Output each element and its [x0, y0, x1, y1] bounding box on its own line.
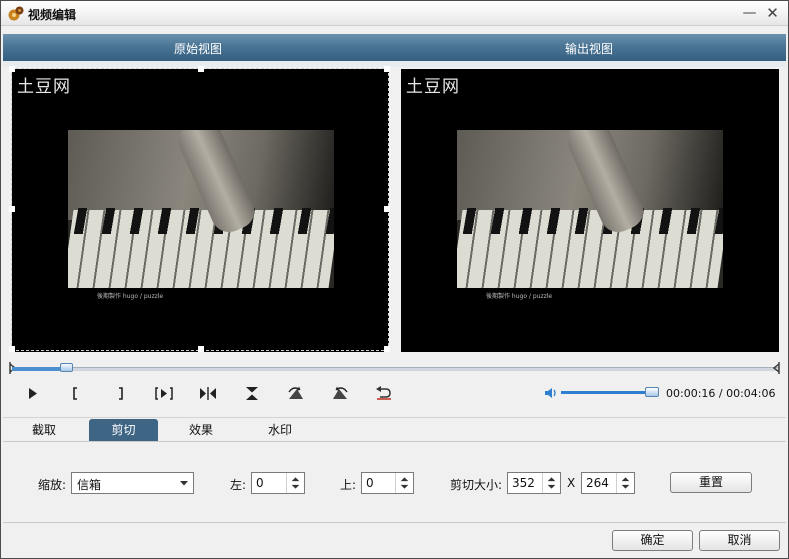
title-bar: 视频编辑 — ✕: [1, 1, 788, 26]
times-label: X: [567, 476, 576, 490]
credit-text: 後期製作 hugo / puzzle: [486, 293, 553, 300]
minimize-button[interactable]: —: [741, 5, 758, 22]
rotate-left-icon: [288, 386, 303, 399]
flip-vertical-icon: [246, 387, 258, 400]
mark-in-icon: [73, 387, 77, 400]
play-icon: [29, 388, 37, 399]
volume-handle[interactable]: [645, 387, 659, 397]
output-view-label: 输出视图: [565, 42, 614, 56]
watermark-text: 土豆网: [406, 77, 460, 97]
crop-handle-bottom-right[interactable]: [384, 346, 390, 352]
footer-divider: [3, 522, 786, 523]
original-view-label: 原始视图: [174, 42, 223, 56]
film-reel-icon: [8, 6, 24, 21]
undo-button[interactable]: [374, 385, 394, 402]
mark-out-button[interactable]: [110, 385, 130, 402]
crop-size-label: 剪切大小:: [450, 478, 503, 492]
rotate-right-button[interactable]: [330, 385, 350, 402]
split-button[interactable]: [198, 385, 218, 402]
crop-height-stepper[interactable]: 264: [581, 472, 635, 494]
zoom-select[interactable]: 信箱: [71, 472, 194, 494]
view-header: 原始视图 输出视图: [3, 34, 786, 61]
stepper-arrows-icon[interactable]: [542, 473, 560, 493]
stepper-arrows-icon[interactable]: [286, 473, 304, 493]
left-offset-stepper[interactable]: 0: [251, 472, 305, 494]
seek-progress: [12, 367, 66, 371]
left-offset-label: 左:: [230, 478, 247, 492]
tab-effects[interactable]: 效果: [183, 419, 219, 441]
split-icon: [200, 387, 216, 400]
crop-width-value: 352: [512, 476, 535, 490]
mark-in-button[interactable]: [66, 385, 86, 402]
crop-handle-left[interactable]: [9, 206, 15, 212]
crop-handle-bottom-left[interactable]: [9, 346, 15, 352]
rotate-left-button[interactable]: [286, 385, 306, 402]
crop-selection-frame[interactable]: [9, 66, 390, 352]
flip-vertical-button[interactable]: [242, 385, 262, 402]
play-selection-icon: [155, 387, 173, 400]
stepper-arrows-icon[interactable]: [616, 473, 634, 493]
ok-button[interactable]: 确定: [612, 530, 693, 551]
video-frame: [457, 130, 723, 288]
top-offset-label: 上:: [340, 478, 357, 492]
rotate-right-icon: [333, 386, 348, 399]
zoom-label: 缩放:: [38, 478, 67, 492]
crop-handle-top-left[interactable]: [9, 66, 15, 72]
play-selection-button[interactable]: [154, 385, 174, 402]
left-offset-value: 0: [256, 476, 264, 490]
tab-crop[interactable]: 剪切: [89, 419, 158, 441]
chevron-down-icon[interactable]: [175, 473, 193, 493]
volume-track[interactable]: [561, 391, 657, 394]
crop-handle-right[interactable]: [384, 206, 390, 212]
output-preview: 土豆网 後期製作 hugo / puzzle: [401, 69, 779, 352]
undo-icon: [376, 386, 391, 400]
seek-track[interactable]: [12, 367, 779, 371]
window-title: 视频编辑: [28, 8, 77, 22]
crop-height-value: 264: [586, 476, 609, 490]
tab-watermark[interactable]: 水印: [262, 419, 298, 441]
zoom-value: 信箱: [77, 478, 102, 492]
close-button[interactable]: ✕: [764, 5, 781, 22]
mark-out-icon: [119, 387, 123, 400]
crop-width-stepper[interactable]: 352: [507, 472, 561, 494]
playback-time: 00:00:16 / 00:04:06: [666, 387, 776, 400]
header-gap: [3, 61, 786, 67]
crop-handle-top-right[interactable]: [384, 66, 390, 72]
volume-icon[interactable]: [543, 386, 559, 400]
seek-handle[interactable]: [60, 363, 73, 372]
top-offset-stepper[interactable]: 0: [361, 472, 414, 494]
tab-capture[interactable]: 截取: [27, 419, 61, 441]
cancel-button[interactable]: 取消: [699, 530, 780, 551]
seek-end-marker-icon[interactable]: [773, 362, 780, 374]
crop-handle-top[interactable]: [198, 66, 204, 72]
reset-button[interactable]: 重置: [670, 472, 752, 493]
top-offset-value: 0: [366, 476, 374, 490]
crop-handle-bottom[interactable]: [198, 346, 204, 352]
play-button[interactable]: [23, 385, 43, 402]
video-edit-window: 视频编辑 — ✕ 原始视图 输出视图 土豆网 後期製作 hugo / puzzl…: [0, 0, 789, 559]
stepper-arrows-icon[interactable]: [395, 473, 413, 493]
